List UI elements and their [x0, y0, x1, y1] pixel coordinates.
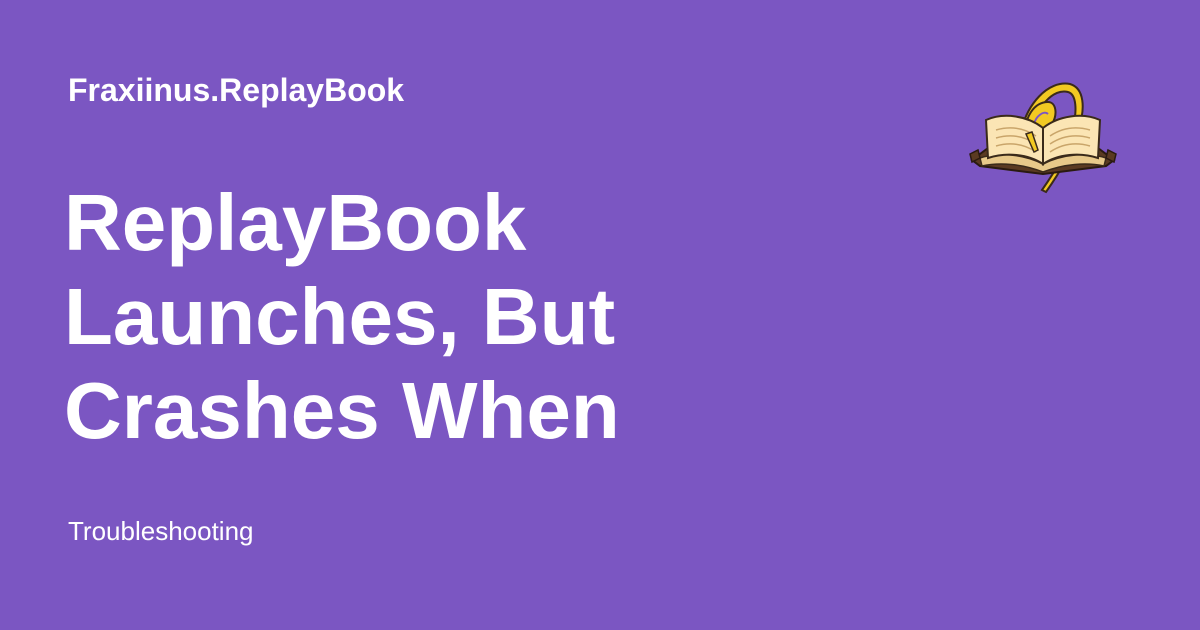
title-line-3: Crashes When: [64, 366, 620, 455]
category-label: Troubleshooting: [68, 516, 254, 546]
title-line-1: ReplayBook: [64, 178, 527, 267]
social-card: Fraxiinus.ReplayBook ReplayBook Launches…: [0, 0, 1200, 630]
title-line-2: Launches, But: [64, 272, 616, 361]
page-title: ReplayBook Launches, But Crashes When: [64, 176, 824, 458]
site-name: Fraxiinus.ReplayBook: [68, 72, 405, 108]
open-book-quill-icon: [969, 82, 1117, 194]
